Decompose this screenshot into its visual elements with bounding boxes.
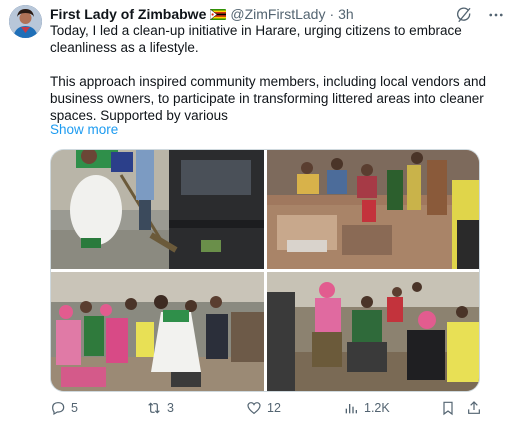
post-time[interactable]: 3h — [338, 6, 354, 22]
views-count: 1.2K — [364, 401, 390, 415]
like-count: 12 — [267, 401, 281, 415]
repost-icon — [148, 402, 160, 414]
separator-dot: · — [329, 6, 335, 22]
reply-button[interactable]: 5 — [50, 400, 78, 416]
avatar[interactable] — [9, 5, 42, 38]
share-icon — [468, 401, 480, 414]
views-button[interactable]: 1.2K — [343, 400, 390, 416]
photo-collecting-rubbish[interactable] — [267, 272, 479, 391]
photo-crowd-clearing-litter[interactable] — [267, 150, 479, 269]
reply-icon — [52, 402, 65, 416]
heart-icon — [247, 402, 261, 415]
show-more-link[interactable]: Show more — [50, 122, 118, 137]
author-name[interactable]: First Lady of Zimbabwe — [50, 6, 206, 22]
tweet-paragraph: This approach inspired community members… — [50, 74, 486, 123]
tweet-header: First Lady of Zimbabwe @ZimFirstLady · 3… — [50, 5, 354, 23]
photo-woman-sweeping[interactable] — [51, 150, 264, 269]
analytics-icon — [345, 404, 357, 414]
action-bar: 5 3 12 1.2K — [50, 400, 483, 420]
repost-count: 3 — [167, 401, 174, 415]
like-button[interactable]: 12 — [246, 400, 281, 416]
reply-count: 5 — [71, 401, 78, 415]
author-handle[interactable]: @ZimFirstLady — [230, 6, 325, 22]
zimbabwe-flag-icon — [210, 8, 227, 20]
repost-button[interactable]: 3 — [146, 400, 174, 416]
tweet-text: Today, I led a clean-up initiative in Ha… — [50, 22, 490, 124]
bookmark-button[interactable] — [440, 400, 456, 416]
bookmark-icon — [443, 401, 453, 416]
share-button[interactable] — [466, 400, 482, 416]
media-grid — [50, 149, 480, 392]
tweet-card: First Lady of Zimbabwe @ZimFirstLady · 3… — [0, 0, 517, 427]
photo-crowd-cleanup[interactable] — [51, 272, 264, 391]
tweet-paragraph: Today, I led a clean-up initiative in Ha… — [50, 23, 462, 55]
